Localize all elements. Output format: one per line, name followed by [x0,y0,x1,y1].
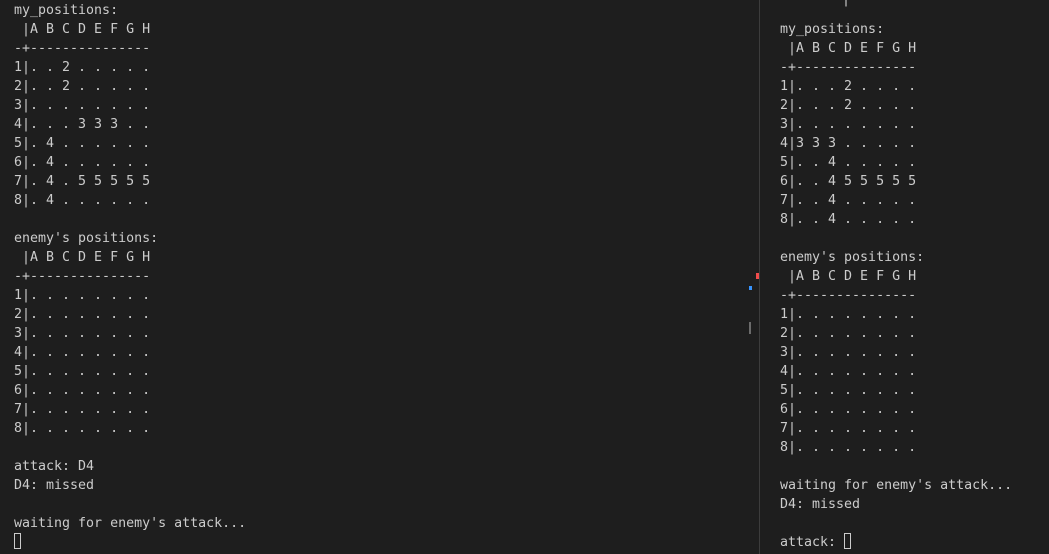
terminal-line: 3|. . . . . . . . [780,345,917,360]
terminal-output-left: my_positions: |A B C D E F G H -+--------… [14,1,246,552]
terminal-line: D4: missed [780,497,861,512]
terminal-line: 8|. . . . . . . . [14,421,151,436]
terminal-line: -+--------------- [14,269,151,284]
terminal-line: 4|. . . 3 3 3 . . [14,117,151,132]
terminal-line: 2|. . . . . . . . [14,307,151,322]
terminal-line: 3|. . . . . . . . [14,326,151,341]
terminal-line: 5|. . . . . . . . [14,364,151,379]
terminal-line: 1|. . . . . . . . [14,288,151,303]
info-marker [749,286,752,290]
terminal-line: waiting for enemy's attack... [780,478,1013,493]
terminal-line: 5|. . 4 . . . . . [780,155,917,170]
terminal-line: -+--------------- [780,288,917,303]
terminal-line: my_positions: [14,3,119,18]
terminal-line: -+--------------- [780,60,917,75]
terminal-output-right: my_positions: |A B C D E F G H -+--------… [780,20,1012,552]
terminal-line: -+--------------- [14,41,151,56]
scrollbar-thumb[interactable] [749,322,751,334]
terminal-line: attack: D4 [14,459,95,474]
terminal-line: 6|. . 4 5 5 5 5 5 [780,174,917,189]
terminal-line: 4|3 3 3 . . . . . [780,136,917,151]
terminal-line: |A B C D E F G H [780,41,917,56]
terminal-prompt-line[interactable] [14,533,246,552]
text-cursor[interactable] [14,533,21,549]
terminal-line: 7|. . . . . . . . [14,402,151,417]
terminal-line: |A B C D E F G H [780,269,917,284]
terminal-line: 2|. . . . . . . . [780,326,917,341]
terminal-line: waiting for enemy's attack... [14,516,247,531]
error-marker [756,273,759,279]
terminal-line: 7|. . . . . . . . [780,421,917,436]
terminal-line: 7|. 4 . 5 5 5 5 5 [14,174,151,189]
terminal-line: 6|. . . . . . . . [14,383,151,398]
terminal-line: D4: missed [14,478,95,493]
terminal-prompt-line[interactable]: attack: [780,533,1012,552]
terminal-line: 1|. . . 2 . . . . [780,79,917,94]
terminal-line: 1|. . . . . . . . [780,307,917,322]
terminal-line: 1|. . 2 . . . . . [14,60,151,75]
terminal-line: 5|. 4 . . . . . . [14,136,151,151]
terminal-line: 3|. . . . . . . . [14,98,151,113]
terminal-line: 4|. . . . . . . . [14,345,151,360]
terminal-line: 2|. . . 2 . . . . [780,98,917,113]
terminal-split-view: my_positions: |A B C D E F G H -+--------… [0,0,1049,554]
prompt-label: attack: [780,535,845,550]
terminal-line: 8|. . 4 . . . . . [780,212,917,227]
terminal-line: 3|. . . . . . . . [780,117,917,132]
terminal-line: 5|. . . . . . . . [780,383,917,398]
terminal-line: 2|. . 2 . . . . . [14,79,151,94]
terminal-line: enemy's positions: [780,250,925,265]
terminal-line: my_positions: [780,22,885,37]
terminal-line: 6|. . . . . . . . [780,402,917,417]
terminal-line: 7|. . 4 . . . . . [780,193,917,208]
text-cursor[interactable] [844,533,852,549]
terminal-line: 8|. . . . . . . . [780,440,917,455]
terminal-pane-right[interactable]: my_positions: |A B C D E F G H -+--------… [760,0,1049,554]
terminal-pane-left[interactable]: my_positions: |A B C D E F G H -+--------… [0,0,759,554]
terminal-line: |A B C D E F G H [14,250,151,265]
terminal-line: 4|. . . . . . . . [780,364,917,379]
terminal-line: enemy's positions: [14,231,159,246]
cutoff-output-line: | [842,0,850,9]
terminal-line: 8|. 4 . . . . . . [14,193,151,208]
terminal-line: |A B C D E F G H [14,22,151,37]
terminal-line: 6|. 4 . . . . . . [14,155,151,170]
